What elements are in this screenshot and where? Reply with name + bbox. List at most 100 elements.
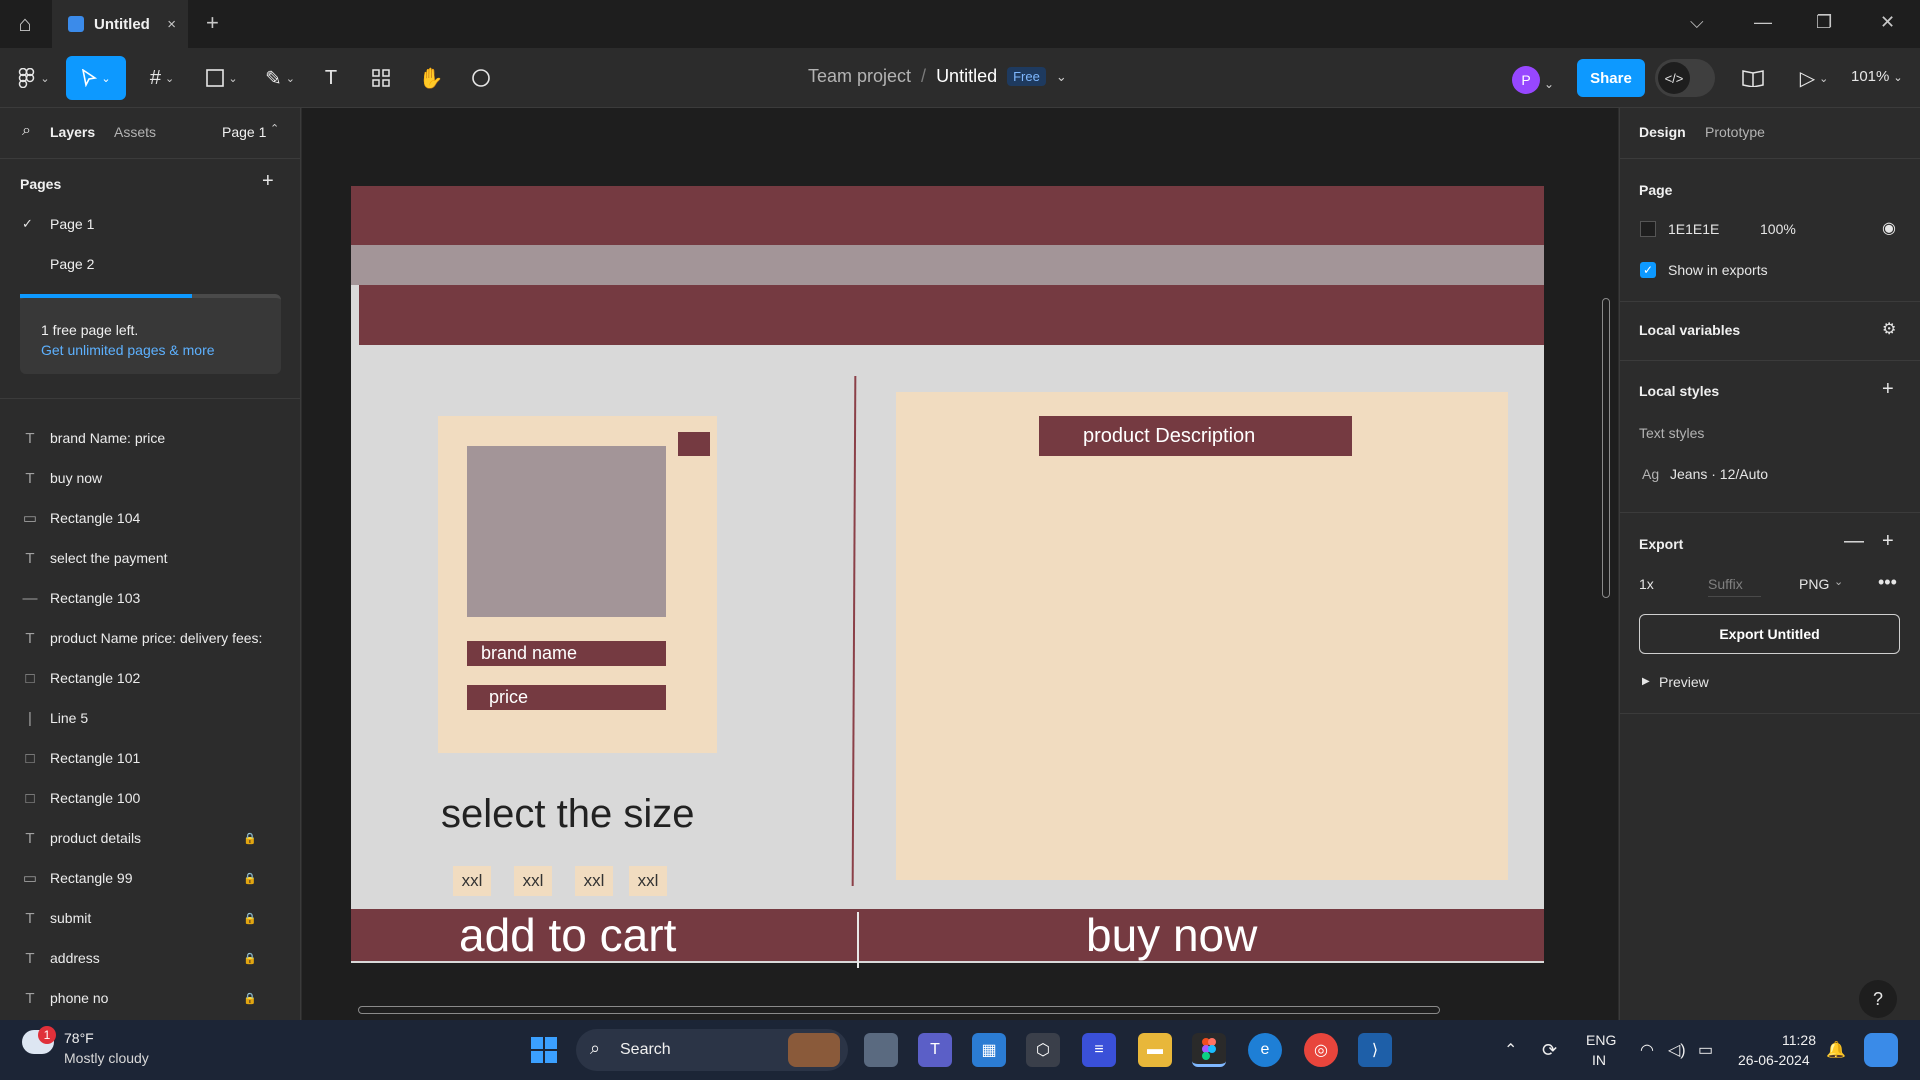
frame-tool-icon[interactable]: # ⌄ [140, 56, 184, 100]
file-name[interactable]: Untitled [936, 66, 997, 87]
local-variables-heading[interactable]: Local variables [1639, 322, 1740, 338]
add-page-icon[interactable]: + [262, 170, 274, 193]
tab-assets[interactable]: Assets [114, 124, 156, 140]
notification-bell-icon[interactable]: 🔔 [1826, 1040, 1846, 1060]
layer-item[interactable]: Tselect the payment [0, 538, 300, 578]
language-indicator[interactable]: ENG [1586, 1032, 1616, 1048]
page-item-1[interactable]: Page 1 [50, 216, 94, 232]
header-band-bottom[interactable] [359, 285, 1544, 345]
canvas[interactable]: brand name price select the size xxl xxl… [302, 108, 1618, 1020]
layer-item[interactable]: Tproduct Name price: delivery fees: [0, 618, 300, 658]
layer-item[interactable]: Tbrand Name: price [0, 418, 300, 458]
lock-icon[interactable]: 🔒 [243, 992, 257, 1005]
more-options-icon[interactable]: ••• [1878, 572, 1897, 593]
search-icon[interactable]: ⌕ [22, 122, 31, 140]
app-icon[interactable]: ≡ [1082, 1033, 1116, 1067]
text-tool-icon[interactable]: T [316, 56, 346, 100]
chevron-down-icon[interactable]: ⌵ [1690, 12, 1704, 33]
language-region[interactable]: IN [1592, 1052, 1606, 1068]
product-description-label[interactable]: product Description [1039, 416, 1352, 456]
add-to-cart-button[interactable]: add to cart [351, 909, 858, 961]
preview-toggle[interactable]: Preview [1659, 674, 1709, 690]
upgrade-link[interactable]: Get unlimited pages & more [41, 342, 215, 358]
chrome-icon[interactable]: ◎ [1304, 1033, 1338, 1067]
layer-item[interactable]: □ Rectangle 101 [0, 738, 300, 778]
page-opacity-value[interactable]: 100% [1760, 221, 1796, 237]
layer-item[interactable]: — Rectangle 103 [0, 578, 300, 618]
remove-export-icon[interactable]: — [1844, 530, 1864, 553]
task-view-icon[interactable] [864, 1033, 898, 1067]
chevron-down-icon[interactable]: ⌄ [1056, 69, 1067, 85]
export-scale[interactable]: 1x [1639, 576, 1654, 592]
components-icon[interactable] [366, 56, 396, 100]
layer-item[interactable]: Tsubmit 🔒 [0, 898, 300, 938]
taskbar-search[interactable]: ⌕ Search [576, 1029, 848, 1071]
description-box[interactable] [896, 392, 1508, 880]
library-icon[interactable] [1738, 56, 1768, 100]
card-tag[interactable] [678, 432, 710, 456]
present-icon[interactable]: ▷ ⌄ [1794, 56, 1834, 100]
windows-start-icon[interactable] [527, 1033, 561, 1067]
size-option[interactable]: xxl [575, 866, 613, 896]
hand-tool-icon[interactable]: ✋ [416, 56, 446, 100]
divider-line[interactable] [851, 375, 857, 887]
caret-right-icon[interactable]: ▶ [1642, 676, 1650, 687]
pen-tool-icon[interactable]: ✎ ⌄ [258, 56, 302, 100]
zoom-level[interactable]: 101% ⌄ [1851, 68, 1903, 85]
export-suffix-field[interactable]: Suffix [1708, 576, 1761, 597]
move-tool-icon[interactable]: ⌄ [66, 56, 126, 100]
weather-status[interactable]: Mostly cloudy [64, 1050, 149, 1066]
app-icon[interactable]: ⬡ [1026, 1033, 1060, 1067]
brand-name-label[interactable]: brand name [467, 641, 666, 666]
dev-mode-toggle[interactable]: </> [1655, 59, 1715, 97]
page-color-value[interactable]: 1E1E1E [1668, 221, 1719, 237]
layer-item[interactable]: Tproduct details 🔒 [0, 818, 300, 858]
avatar[interactable]: P [1512, 66, 1540, 94]
select-size-heading[interactable]: select the size [441, 792, 694, 837]
battery-icon[interactable]: ▭ [1698, 1040, 1713, 1060]
tab-prototype[interactable]: Prototype [1705, 124, 1765, 140]
volume-icon[interactable]: ◁) [1668, 1040, 1686, 1060]
export-format-select[interactable]: PNG [1799, 576, 1829, 592]
vertical-scrollbar[interactable] [1602, 298, 1610, 598]
export-button[interactable]: Export Untitled [1639, 614, 1900, 654]
size-option[interactable]: xxl [453, 866, 491, 896]
chevron-down-icon[interactable]: ⌄ [1834, 575, 1843, 588]
buy-now-button[interactable]: buy now [858, 909, 1544, 961]
teams-icon[interactable]: T [918, 1033, 952, 1067]
lock-icon[interactable]: 🔒 [243, 912, 257, 925]
product-card[interactable]: brand name price [438, 416, 717, 753]
sync-icon[interactable]: ⟳ [1542, 1040, 1557, 1061]
layer-item[interactable]: ▭ Rectangle 104 [0, 498, 300, 538]
product-image-placeholder[interactable] [467, 446, 666, 617]
new-tab-icon[interactable]: + [206, 10, 219, 36]
temperature[interactable]: 78°F [64, 1030, 94, 1046]
layer-item[interactable]: □ Rectangle 100 [0, 778, 300, 818]
page-color-swatch[interactable] [1640, 221, 1656, 237]
layer-item[interactable]: ▭ Rectangle 99 🔒 [0, 858, 300, 898]
page-selector[interactable]: Page 1 [222, 124, 266, 140]
size-option[interactable]: xxl [629, 866, 667, 896]
add-export-icon[interactable]: + [1882, 530, 1894, 553]
header-band-middle[interactable] [351, 245, 1544, 285]
header-band-top[interactable] [351, 186, 1544, 245]
chevron-down-icon[interactable]: ⌄ [1544, 62, 1554, 106]
file-explorer-icon[interactable]: ▬ [1138, 1033, 1172, 1067]
tab-layers[interactable]: Layers [50, 124, 95, 140]
file-tab[interactable]: Untitled × [52, 0, 188, 48]
price-label[interactable]: price [467, 685, 666, 710]
page-item-2[interactable]: Page 2 [50, 256, 94, 272]
layer-item[interactable]: Tbuy now [0, 458, 300, 498]
chevron-up-icon[interactable]: ⌃ [1504, 1040, 1517, 1060]
lock-icon[interactable]: 🔒 [243, 832, 257, 845]
text-style-item[interactable]: Jeans · 12/Auto [1670, 466, 1768, 482]
tab-design[interactable]: Design [1639, 124, 1686, 140]
lock-icon[interactable]: 🔒 [243, 872, 257, 885]
layer-item[interactable]: | Line 5 [0, 698, 300, 738]
layer-item[interactable]: □ Rectangle 102 [0, 658, 300, 698]
lock-icon[interactable]: 🔒 [243, 952, 257, 965]
wifi-icon[interactable]: ◠ [1640, 1040, 1654, 1060]
variables-icon[interactable]: ⚙ [1882, 319, 1896, 339]
minimize-icon[interactable]: — [1754, 12, 1772, 33]
chevron-up-icon[interactable]: ⌃ [270, 122, 279, 135]
